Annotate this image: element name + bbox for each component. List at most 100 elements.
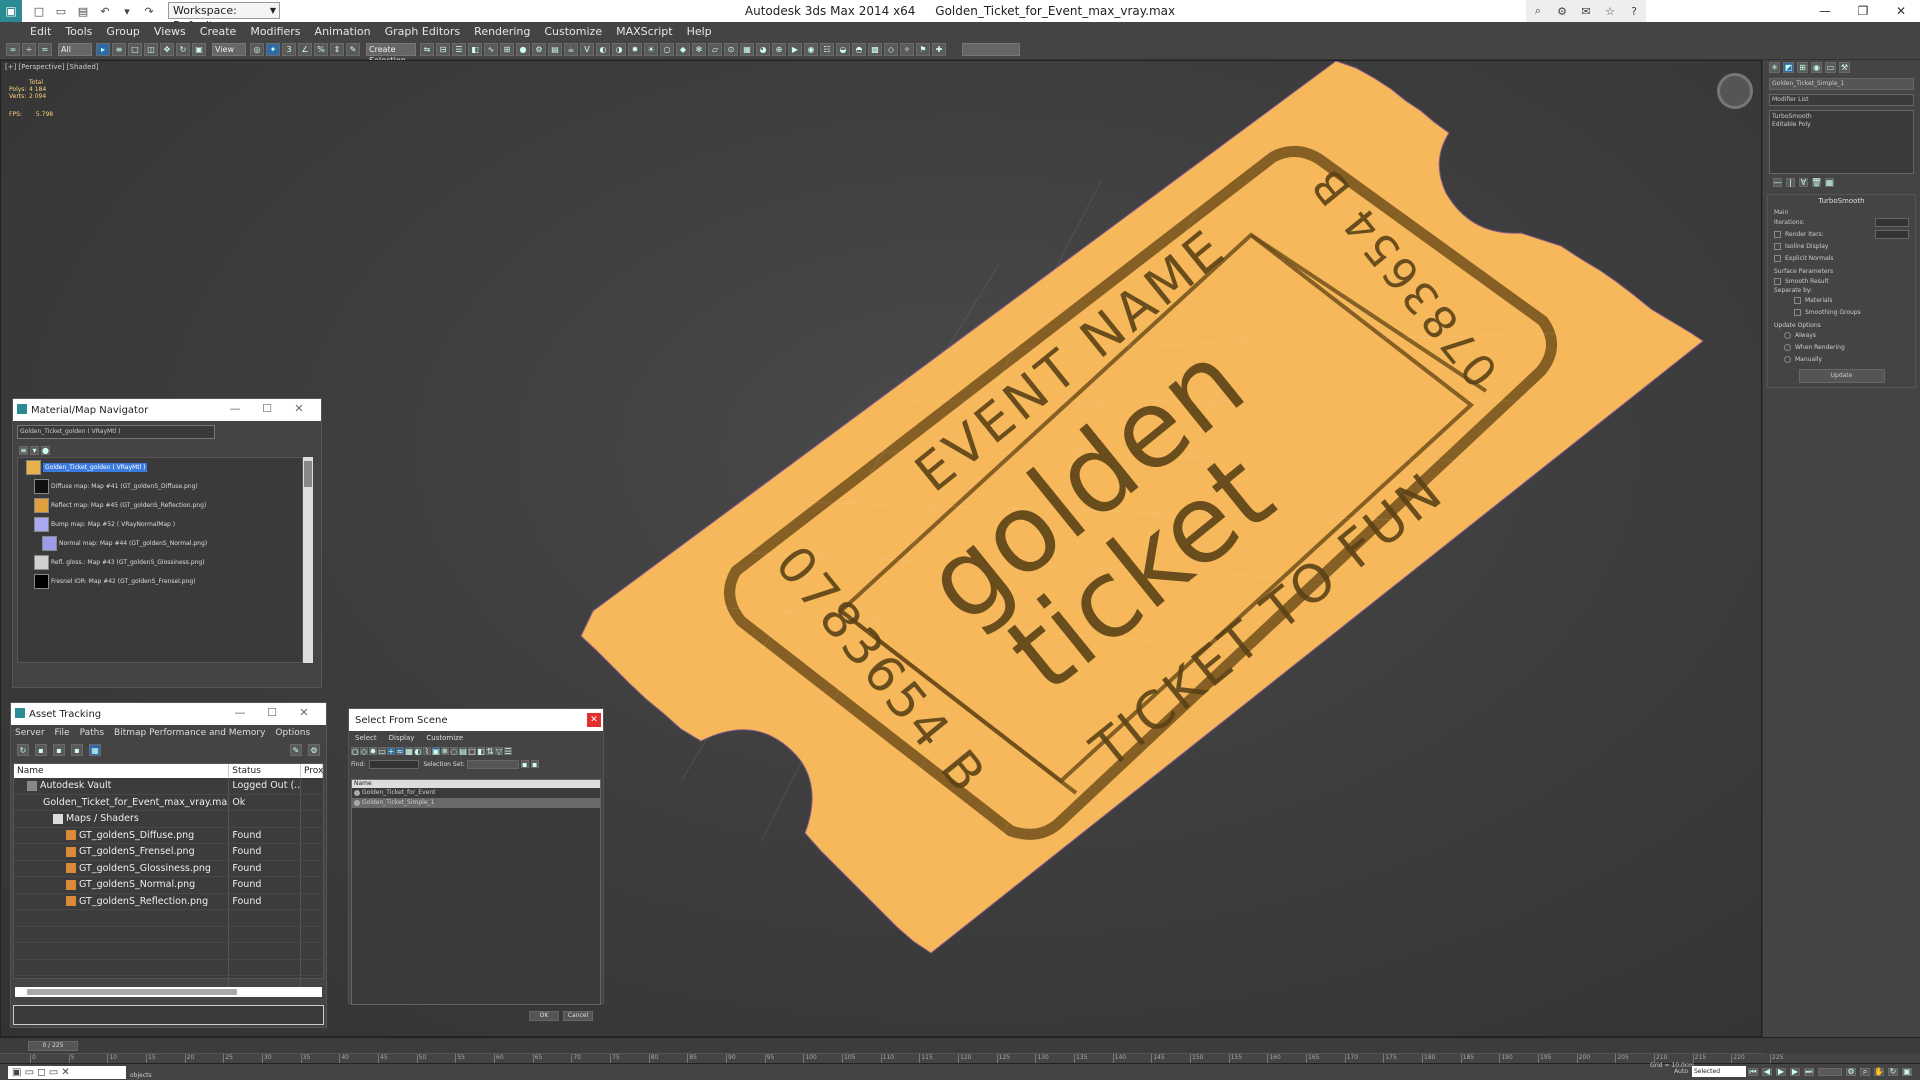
help-icon[interactable]: ? bbox=[1626, 3, 1642, 19]
edit-named-selection-icon[interactable]: ✎ bbox=[346, 43, 360, 56]
mirror-icon[interactable]: ⇋ bbox=[420, 43, 434, 56]
sfs-title-bar[interactable]: Select From Scene ✕ bbox=[349, 709, 603, 731]
goto-start-icon[interactable]: ⏮ bbox=[1748, 1067, 1758, 1076]
open-file-icon[interactable]: ▭ bbox=[53, 3, 69, 19]
sfs-shapes-icon[interactable]: ◇ bbox=[360, 747, 368, 756]
at-checkin-icon[interactable]: ▪ bbox=[35, 744, 47, 756]
schematic-view-icon[interactable]: ⊞ bbox=[500, 43, 514, 56]
undo-dropdown-icon[interactable]: ▾ bbox=[119, 3, 135, 19]
nav-item-diffuse[interactable]: Diffuse map: Map #41 (GT_goldenS_Diffuse… bbox=[18, 477, 302, 496]
percent-snap-icon[interactable]: % bbox=[314, 43, 328, 56]
sfs-set-icon-1[interactable]: ▪ bbox=[520, 760, 529, 769]
materials-checkbox[interactable] bbox=[1794, 296, 1801, 304]
named-selection-dropdown[interactable]: Create Selection bbox=[366, 43, 416, 65]
vray-ipr-icon[interactable]: ◉ bbox=[804, 43, 818, 56]
sfs-item-ticket-simple[interactable]: Golden_Ticket_Simple_1 bbox=[352, 798, 600, 808]
vray-edge-icon[interactable]: ◇ bbox=[884, 43, 898, 56]
asset-tracking-maximize-button[interactable]: ☐ bbox=[256, 706, 288, 719]
object-name-field[interactable]: Golden_Ticket_Simple_1 bbox=[1769, 78, 1914, 90]
vray-sphere-icon[interactable]: ○ bbox=[660, 43, 674, 56]
rollout-title[interactable]: TurboSmooth bbox=[1774, 197, 1909, 205]
table-row[interactable]: Golden_Ticket_for_Event_max_vray.max Ok bbox=[14, 794, 323, 811]
play-icon[interactable]: ▶ bbox=[1776, 1067, 1786, 1076]
at-menu-file[interactable]: File bbox=[55, 728, 70, 738]
sfs-close-button[interactable]: ✕ bbox=[587, 713, 601, 727]
time-slider[interactable]: 0 / 225 bbox=[28, 1041, 78, 1051]
at-menu-paths[interactable]: Paths bbox=[80, 728, 104, 738]
col-proxy[interactable]: Prox bbox=[301, 764, 323, 778]
at-menu-bitmap[interactable]: Bitmap Performance and Memory bbox=[114, 728, 265, 738]
at-menu-options[interactable]: Options bbox=[275, 728, 310, 738]
vray-settings-icon[interactable]: ⊕ bbox=[772, 43, 786, 56]
at-table-view-icon[interactable]: ▦ bbox=[89, 744, 101, 756]
modifier-stack[interactable]: TurboSmooth Editable Poly bbox=[1769, 110, 1914, 174]
col-name[interactable]: Name bbox=[14, 764, 230, 778]
asset-horizontal-scrollbar[interactable] bbox=[15, 987, 322, 997]
sfs-bones-icon[interactable]: ⌇ bbox=[423, 747, 431, 756]
undo-icon[interactable]: ↶ bbox=[97, 3, 113, 19]
redo-icon[interactable]: ↷ bbox=[141, 3, 157, 19]
at-menu-server[interactable]: Server bbox=[15, 728, 45, 738]
at-highlight-icon[interactable]: ✎ bbox=[290, 744, 302, 756]
motion-tab-icon[interactable]: ◉ bbox=[1811, 61, 1822, 73]
vray-camera-icon[interactable]: ⊙ bbox=[724, 43, 738, 56]
menu-graph-editors[interactable]: Graph Editors bbox=[385, 25, 461, 38]
asset-tracking-title-bar[interactable]: Asset Tracking — ☐ ✕ bbox=[11, 703, 326, 725]
communication-icon[interactable]: ✉ bbox=[1578, 3, 1594, 19]
vray-fur-icon[interactable]: ✻ bbox=[692, 43, 706, 56]
binoculars-icon[interactable]: ⌕ bbox=[1530, 3, 1546, 19]
nav-item-normal[interactable]: Normal map: Map #44 (GT_goldenS_Normal.p… bbox=[18, 534, 302, 553]
sfs-menu-display[interactable]: Display bbox=[389, 734, 415, 742]
navigator-material-field[interactable]: Golden_Ticket_golden ( VRayMtl ) bbox=[17, 425, 215, 439]
view-list-icon[interactable]: ≡ bbox=[19, 445, 28, 455]
update-button[interactable]: Update bbox=[1798, 369, 1885, 383]
sfs-column-name[interactable]: Name bbox=[352, 780, 600, 788]
rectangular-selection-icon[interactable]: □ bbox=[128, 43, 142, 56]
vray-plane-icon[interactable]: ▱ bbox=[708, 43, 722, 56]
sfs-menu-customize[interactable]: Customize bbox=[426, 734, 463, 742]
pan-icon[interactable]: ✋ bbox=[1874, 1067, 1884, 1076]
align-icon[interactable]: ⊟ bbox=[436, 43, 450, 56]
asset-path-field[interactable] bbox=[13, 1005, 324, 1025]
window-crossing-icon[interactable]: ◫ bbox=[144, 43, 158, 56]
unlink-icon[interactable]: ÷ bbox=[22, 43, 36, 56]
iterations-spinner[interactable] bbox=[1875, 217, 1909, 227]
navigator-title-bar[interactable]: Material/Map Navigator — ☐ ✕ bbox=[13, 399, 321, 421]
configure-sets-icon[interactable]: ▦ bbox=[1825, 178, 1834, 187]
navigator-close-button[interactable]: ✕ bbox=[283, 402, 315, 415]
sfs-lights-icon[interactable]: ✹ bbox=[369, 747, 377, 756]
vray-toolbar-icon-3[interactable]: ◑ bbox=[612, 43, 626, 56]
at-refresh-icon[interactable]: ↻ bbox=[17, 744, 29, 756]
table-row[interactable]: GT_goldenS_Normal.png Found bbox=[14, 877, 323, 894]
vray-toolbar-icon-2[interactable]: ◐ bbox=[596, 43, 610, 56]
smooth-result-checkbox[interactable] bbox=[1774, 277, 1781, 285]
material-editor-icon[interactable]: ● bbox=[516, 43, 530, 56]
at-settings-icon[interactable]: ⚙ bbox=[308, 744, 320, 756]
menu-animation[interactable]: Animation bbox=[315, 25, 371, 38]
nav-item-root[interactable]: Golden_Ticket_golden ( VRayMtl ) bbox=[18, 458, 302, 477]
minimized-window-tab[interactable]: ▣ ▭ ◻ ▭ ✕ bbox=[8, 1066, 126, 1079]
make-unique-icon[interactable]: ∀ bbox=[1799, 178, 1808, 187]
selection-filter-dropdown[interactable]: All bbox=[58, 43, 92, 56]
time-config-icon[interactable]: ⚙ bbox=[1846, 1067, 1856, 1076]
nav-item-bump[interactable]: Bump map: Map #52 ( VRayNormalMap ) bbox=[18, 515, 302, 534]
sfs-item-ticket-for-event[interactable]: Golden_Ticket_for_Event bbox=[352, 788, 600, 798]
angle-snap-icon[interactable]: ∠ bbox=[298, 43, 312, 56]
favorites-star-icon[interactable]: ☆ bbox=[1602, 3, 1618, 19]
isoline-checkbox[interactable] bbox=[1774, 242, 1781, 250]
pin-stack-icon[interactable]: — bbox=[1773, 178, 1782, 187]
sfs-selection-set-dropdown[interactable] bbox=[466, 759, 519, 769]
close-button[interactable]: ✕ bbox=[1882, 0, 1920, 22]
subscription-icon[interactable]: ⚙ bbox=[1554, 3, 1570, 19]
sfs-find-input[interactable] bbox=[369, 759, 420, 769]
sfs-object-list[interactable]: Name Golden_Ticket_for_Event Golden_Tick… bbox=[351, 779, 601, 1005]
when-rendering-radio[interactable] bbox=[1784, 343, 1791, 351]
frame-field[interactable] bbox=[1818, 1067, 1842, 1076]
sfs-containers-icon[interactable]: ▣ bbox=[432, 747, 440, 756]
spinner-snap-icon[interactable]: ⇕ bbox=[330, 43, 344, 56]
minimize-button[interactable]: — bbox=[1806, 0, 1844, 22]
stack-item-editable-poly[interactable]: Editable Poly bbox=[1772, 121, 1911, 129]
render-production-icon[interactable]: ☕ bbox=[564, 43, 578, 56]
create-tab-icon[interactable]: ✳ bbox=[1769, 61, 1780, 73]
modify-tab-icon[interactable]: ◩ bbox=[1783, 61, 1794, 73]
